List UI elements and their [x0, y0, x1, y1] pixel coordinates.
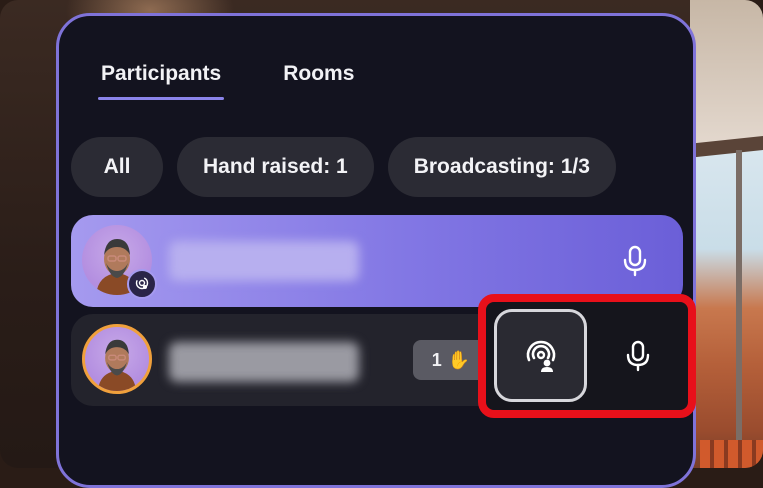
broadcast-icon	[526, 340, 555, 372]
mic-icon[interactable]	[617, 243, 653, 279]
chairs	[700, 440, 763, 468]
hand-raised-count: 1	[431, 349, 442, 370]
participant-name-redacted	[169, 241, 359, 281]
tab-rooms[interactable]: Rooms	[283, 62, 354, 100]
raised-hand-icon: ✋	[447, 349, 471, 370]
tab-bar: Participants Rooms	[97, 62, 354, 100]
mic-icon[interactable]	[620, 338, 656, 374]
filter-bar: All Hand raised: 1 Broadcasting: 1/3	[71, 137, 616, 197]
tab-participants[interactable]: Participants	[97, 62, 225, 100]
filter-hand-raised-button[interactable]: Hand raised: 1	[177, 137, 374, 197]
filter-broadcasting-button[interactable]: Broadcasting: 1/3	[387, 137, 616, 197]
participant-name-redacted	[169, 342, 359, 382]
broadcast-badge-icon	[127, 269, 157, 299]
window-landscape	[690, 150, 763, 468]
filter-all-button[interactable]: All	[71, 137, 163, 197]
ceiling	[690, 0, 763, 150]
avatar	[82, 324, 152, 394]
broadcast-button[interactable]	[494, 309, 587, 402]
window-pole	[736, 150, 742, 468]
